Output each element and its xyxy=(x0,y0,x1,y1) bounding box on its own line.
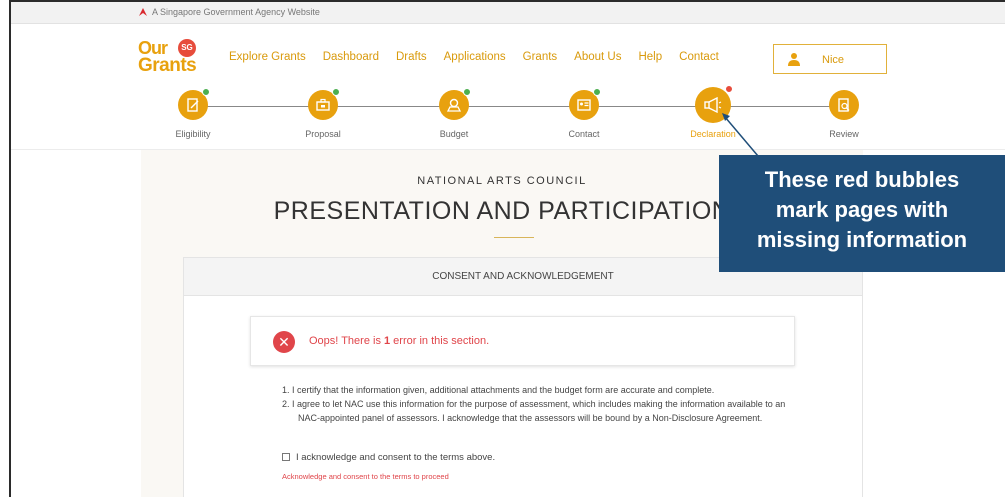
step-proposal[interactable]: Proposal xyxy=(273,88,373,139)
proposal-icon xyxy=(308,88,340,120)
application-stepper: Eligibility Proposal Budget Contact Decl… xyxy=(11,84,1005,150)
step-review[interactable]: Review xyxy=(794,90,894,139)
annotation-callout: These red bubbles mark pages with missin… xyxy=(719,155,1005,272)
terms-item: 2. I agree to let NAC use this informati… xyxy=(282,399,786,423)
step-budget[interactable]: Budget xyxy=(404,88,504,139)
main-menu: Explore Grants Dashboard Drafts Applicat… xyxy=(229,51,719,63)
step-label: Eligibility xyxy=(175,129,211,139)
step-label: Contact xyxy=(568,129,600,139)
consent-label: I acknowledge and consent to the terms a… xyxy=(296,452,496,463)
missing-info-dot xyxy=(725,85,733,93)
error-message: Oops! There is 1 error in this section. xyxy=(309,335,490,347)
callout-text: These red bubbles mark pages with missin… xyxy=(756,167,968,252)
terms-item: 1. I certify that the information given,… xyxy=(282,385,715,395)
complete-status-dot xyxy=(332,88,340,96)
user-menu-button[interactable]: Nice xyxy=(773,44,887,74)
consent-section-card: CONSENT AND ACKNOWLEDGEMENT ✕ Oops! Ther… xyxy=(183,257,863,497)
consent-checkbox-row[interactable]: I acknowledge and consent to the terms a… xyxy=(282,452,495,463)
declaration-icon xyxy=(695,85,733,123)
nav-drafts[interactable]: Drafts xyxy=(396,51,427,63)
step-eligibility[interactable]: Eligibility xyxy=(143,88,243,139)
nav-help[interactable]: Help xyxy=(638,51,662,63)
nav-dashboard[interactable]: Dashboard xyxy=(323,51,379,63)
complete-status-dot xyxy=(593,88,601,96)
step-label: Proposal xyxy=(305,129,341,139)
ourgrants-logo[interactable]: Our SG Grants xyxy=(138,38,208,78)
nav-grants[interactable]: Grants xyxy=(523,51,558,63)
consent-error-text: Acknowledge and consent to the terms to … xyxy=(282,472,449,481)
review-icon xyxy=(829,90,859,120)
gov-banner: A Singapore Government Agency Website xyxy=(11,2,1005,24)
step-label: Declaration xyxy=(690,129,736,139)
error-alert: ✕ Oops! There is 1 error in this section… xyxy=(250,316,795,366)
step-label: Budget xyxy=(439,129,469,139)
terms-list: 1. I certify that the information given,… xyxy=(282,383,802,425)
budget-icon xyxy=(439,88,471,120)
step-declaration[interactable]: Declaration xyxy=(663,85,763,139)
step-contact[interactable]: Contact xyxy=(534,88,634,139)
nav-applications[interactable]: Applications xyxy=(444,51,506,63)
title-divider xyxy=(494,237,534,238)
gov-banner-text: A Singapore Government Agency Website xyxy=(152,7,320,17)
contact-icon xyxy=(569,88,601,120)
user-name: Nice xyxy=(822,54,845,66)
complete-status-dot xyxy=(463,88,471,96)
nav-explore-grants[interactable]: Explore Grants xyxy=(229,51,306,63)
error-x-icon: ✕ xyxy=(273,331,295,353)
user-icon xyxy=(788,53,800,66)
nav-about-us[interactable]: About Us xyxy=(574,51,621,63)
top-navbar: Our SG Grants Explore Grants Dashboard D… xyxy=(11,24,1005,84)
lion-head-icon xyxy=(139,8,147,16)
eligibility-icon xyxy=(178,88,210,120)
consent-checkbox[interactable] xyxy=(282,453,290,461)
nav-contact[interactable]: Contact xyxy=(679,51,719,63)
step-label: Review xyxy=(829,129,859,139)
complete-status-dot xyxy=(202,88,210,96)
